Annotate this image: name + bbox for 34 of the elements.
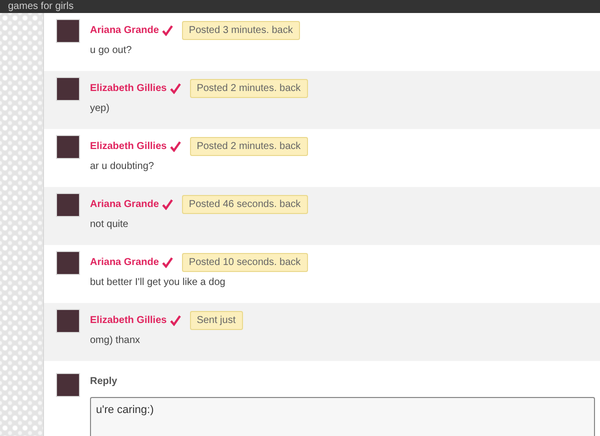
message-text: but better I'll get you like a dog <box>90 277 226 288</box>
timestamp-badge: Posted 2 minutes. back <box>190 78 308 98</box>
message-text: not quite <box>90 219 130 230</box>
message-text: u go out? <box>90 45 133 56</box>
author-link[interactable]: Ariana Grande <box>90 256 159 268</box>
avatar-image <box>56 19 80 43</box>
checkmark-icon <box>170 314 181 326</box>
reply-field[interactable]: u're caring:) <box>90 397 595 436</box>
author-link[interactable]: Ariana Grande <box>90 198 159 210</box>
checkmark-icon <box>162 256 173 268</box>
avatar-image <box>56 77 80 101</box>
checkmark-icon <box>170 140 181 152</box>
site-title: games for girls <box>8 0 75 13</box>
timestamp-badge: Posted 3 minutes. back <box>182 20 300 40</box>
checkmark-icon <box>170 82 181 94</box>
author-link[interactable]: Ariana Grande <box>90 24 159 36</box>
avatar-image <box>56 135 80 159</box>
avatar-image <box>56 193 80 217</box>
checkmark-icon <box>162 198 173 210</box>
reply-label: Reply <box>90 376 118 387</box>
avatar-image <box>56 251 80 275</box>
author-link[interactable]: Elizabeth Gillies <box>90 314 167 326</box>
author-link[interactable]: Elizabeth Gillies <box>90 82 167 94</box>
timestamp-badge: Posted 2 minutes. back <box>190 136 308 156</box>
timestamp-badge: Posted 10 seconds. back <box>182 252 308 272</box>
message-text: omg) thanx <box>90 335 142 346</box>
message-text: yep) <box>90 103 110 114</box>
timestamp-badge: Sent just <box>190 310 243 330</box>
checkmark-icon <box>162 24 173 36</box>
avatar-image <box>56 373 80 397</box>
avatar-image <box>56 309 80 333</box>
author-link[interactable]: Elizabeth Gillies <box>90 140 167 152</box>
timestamp-badge: Posted 46 seconds. back <box>182 194 308 214</box>
message-text: ar u doubting? <box>90 161 155 172</box>
